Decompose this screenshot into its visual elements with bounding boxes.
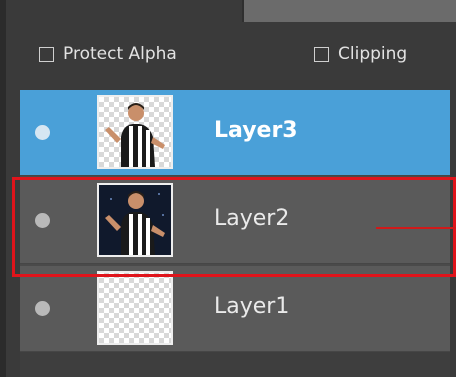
visibility-toggle-icon[interactable] bbox=[35, 301, 50, 316]
layer-name[interactable]: Layer2 bbox=[214, 206, 289, 231]
layer-name[interactable]: Layer1 bbox=[214, 294, 289, 319]
layer-row-layer1[interactable]: Layer1 bbox=[20, 266, 450, 352]
layer-thumbnail bbox=[97, 183, 173, 257]
protect-alpha-checkbox[interactable] bbox=[39, 46, 54, 62]
layer-list: Layer3 Layer2 Layer1 bbox=[20, 90, 450, 377]
layer-row-layer3[interactable]: Layer3 bbox=[20, 90, 450, 176]
visibility-toggle-icon[interactable] bbox=[35, 125, 50, 140]
person-thumbnail-icon bbox=[105, 191, 165, 255]
panel-tab-bar bbox=[6, 0, 456, 22]
tab-active[interactable] bbox=[6, 0, 242, 22]
protect-alpha-label: Protect Alpha bbox=[63, 44, 177, 64]
visibility-toggle-icon[interactable] bbox=[35, 213, 50, 228]
tab-inactive[interactable] bbox=[244, 0, 456, 22]
layer-list-empty-area bbox=[20, 352, 450, 377]
person-thumbnail-icon bbox=[105, 103, 165, 167]
layer-name[interactable]: Layer3 bbox=[214, 118, 298, 143]
clipping-option[interactable]: Clipping bbox=[314, 44, 407, 64]
layer-thumbnail bbox=[97, 95, 173, 169]
protect-alpha-option[interactable]: Protect Alpha bbox=[39, 44, 177, 64]
annotation-arrow-line bbox=[376, 227, 456, 229]
clipping-checkbox[interactable] bbox=[314, 46, 329, 62]
layer-thumbnail bbox=[97, 271, 173, 345]
clipping-label: Clipping bbox=[338, 44, 408, 64]
layer-row-layer2[interactable]: Layer2 bbox=[20, 178, 450, 264]
layer-options-bar: Protect Alpha Clipping bbox=[6, 22, 456, 90]
